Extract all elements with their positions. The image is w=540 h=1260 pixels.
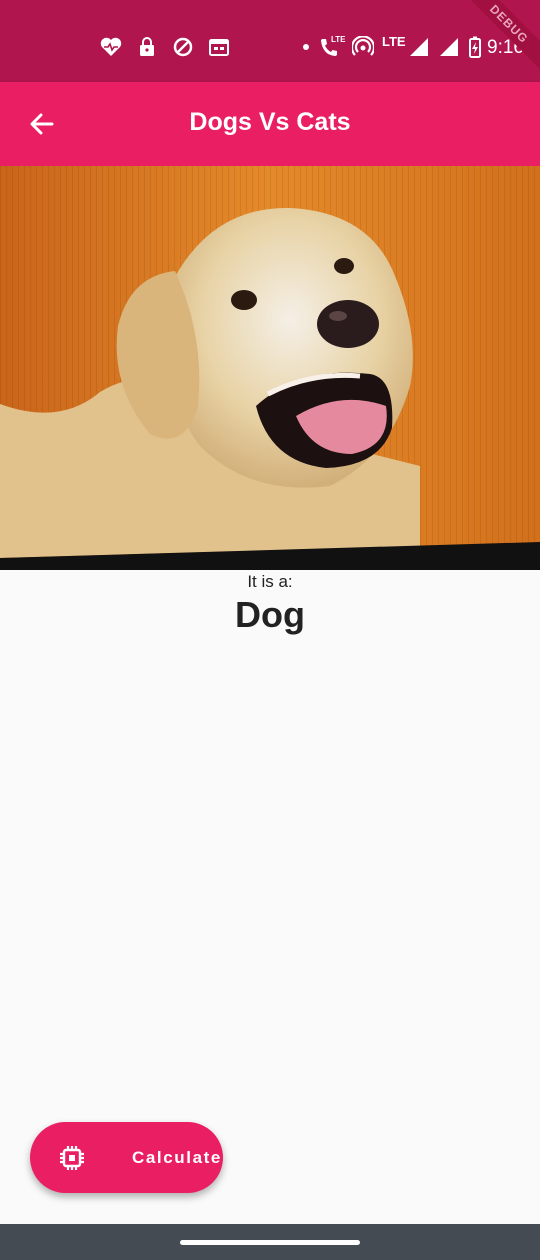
calculate-button-label: Calculate xyxy=(132,1148,222,1167)
app-bar: Dogs Vs Cats xyxy=(0,82,540,166)
health-icon xyxy=(100,36,122,58)
hotspot-icon xyxy=(352,36,374,58)
notification-dot-icon xyxy=(302,36,310,58)
system-nav-bar xyxy=(0,1224,540,1260)
page-title: Dogs Vs Cats xyxy=(189,108,351,136)
volte-label: LTE xyxy=(331,35,346,44)
dog-photo xyxy=(0,166,540,570)
result-caption: It is a: xyxy=(247,572,293,591)
calculate-button[interactable]: Calculate xyxy=(30,1122,223,1193)
signal-icon xyxy=(408,36,430,58)
status-bar: LTE LTE 9:16 DEBUG xyxy=(0,0,540,82)
battery-charging-icon xyxy=(468,36,482,58)
result-label: Dog xyxy=(235,594,305,635)
home-gesture-handle[interactable] xyxy=(180,1240,360,1245)
calendar-icon xyxy=(208,36,230,58)
signal-icon xyxy=(438,36,460,58)
memory-chip-icon xyxy=(60,1146,84,1170)
vpn-icon xyxy=(172,36,194,58)
lte-icon: LTE xyxy=(382,34,406,49)
lock-icon xyxy=(138,36,156,58)
